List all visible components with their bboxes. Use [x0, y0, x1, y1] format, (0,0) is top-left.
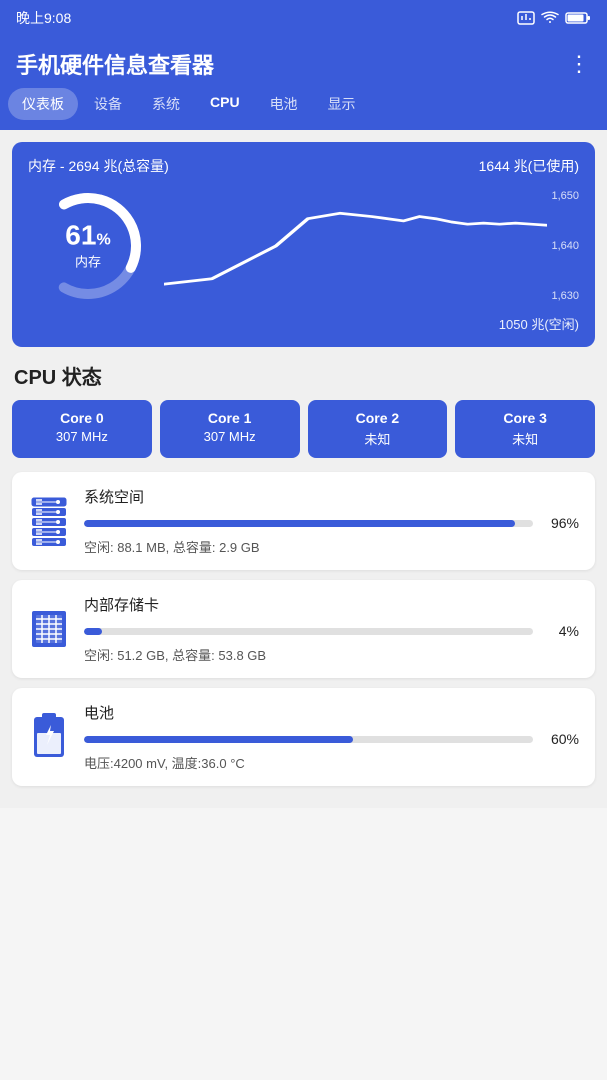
storage-system-info: 系统空间 96% 空闲: 88.1 MB, 总容量: 2.9 GB [84, 486, 579, 556]
app-header: 手机硬件信息查看器 ⋮ [0, 36, 607, 88]
battery-info: 电池 60% 电压:4200 mV, 温度:36.0 °C [84, 702, 579, 772]
y-label-bot: 1,630 [551, 290, 579, 302]
storage-internal-percent: 4% [543, 623, 579, 639]
battery-bar-bg [84, 736, 533, 743]
cpu-cores: Core 0 307 MHz Core 1 307 MHz Core 2 未知 … [12, 400, 595, 458]
core-1-freq: 307 MHz [166, 429, 294, 444]
storage-internal-bar-fill [84, 628, 102, 635]
tab-system[interactable]: 系统 [138, 88, 194, 120]
tab-battery[interactable]: 电池 [256, 88, 312, 120]
sim-icon [517, 11, 535, 25]
storage-system-percent: 96% [543, 515, 579, 531]
chart-y-labels: 1,650 1,640 1,630 [551, 186, 579, 306]
memory-chart-area: 1,650 1,640 1,630 [164, 186, 579, 306]
storage-internal-info: 内部存储卡 4% 空闲: 51.2 GB, 总容量: 53.8 GB [84, 594, 579, 664]
storage-system-name: 系统空间 [84, 486, 579, 507]
app-title: 手机硬件信息查看器 [16, 48, 214, 80]
storage-system-detail: 空闲: 88.1 MB, 总容量: 2.9 GB [84, 537, 579, 556]
battery-detail: 电压:4200 mV, 温度:36.0 °C [84, 753, 579, 772]
storage-internal-name: 内部存储卡 [84, 594, 579, 615]
memory-card: 内存 - 2694 兆(总容量) 1644 兆(已使用) 61% 内存 [12, 142, 595, 347]
status-bar: 晚上9:08 [0, 0, 607, 36]
y-label-mid: 1,640 [551, 240, 579, 252]
core-1-button[interactable]: Core 1 307 MHz [160, 400, 300, 458]
battery-bar-fill [84, 736, 353, 743]
storage-system-bar-bg [84, 520, 533, 527]
memory-used-label: 1644 兆(已使用) [479, 156, 579, 176]
y-label-top: 1,650 [551, 190, 579, 202]
status-icons [517, 11, 591, 25]
storage-system-bar-row: 96% [84, 515, 579, 531]
battery-name: 电池 [84, 702, 579, 723]
battery-status-icon [565, 11, 591, 25]
core-0-button[interactable]: Core 0 307 MHz [12, 400, 152, 458]
gauge-svg [6, 164, 170, 328]
status-time: 晚上9:08 [16, 8, 71, 28]
storage-internal-bar-row: 4% [84, 623, 579, 639]
cpu-section-title: CPU 状态 [14, 361, 595, 390]
battery-bar-row: 60% [84, 731, 579, 747]
storage-internal-detail: 空闲: 51.2 GB, 总容量: 53.8 GB [84, 645, 579, 664]
storage-system-bar-fill [84, 520, 515, 527]
core-0-name: Core 0 [18, 410, 146, 426]
storage-internal-card: 内部存储卡 4% 空闲: 51.2 GB, 总容量: 53.8 GB [12, 580, 595, 678]
hdd-icon [28, 495, 70, 547]
core-2-button[interactable]: Core 2 未知 [308, 400, 448, 458]
sd-icon [28, 603, 70, 655]
core-3-button[interactable]: Core 3 未知 [455, 400, 595, 458]
memory-gauge: 61% 内存 [28, 186, 148, 306]
core-2-name: Core 2 [314, 410, 442, 426]
storage-internal-bar-bg [84, 628, 533, 635]
storage-system-card: 系统空间 96% 空闲: 88.1 MB, 总容量: 2.9 GB [12, 472, 595, 570]
main-content: 内存 - 2694 兆(总容量) 1644 兆(已使用) 61% 内存 [0, 130, 607, 808]
tab-device[interactable]: 设备 [80, 88, 136, 120]
menu-button[interactable]: ⋮ [568, 51, 591, 77]
core-1-name: Core 1 [166, 410, 294, 426]
tab-cpu[interactable]: CPU [196, 88, 254, 120]
wifi-icon [541, 11, 559, 25]
tab-bar: 仪表板 设备 系统 CPU 电池 显示 [0, 88, 607, 130]
core-0-freq: 307 MHz [18, 429, 146, 444]
core-2-freq: 未知 [314, 429, 442, 448]
memory-footer: 1050 兆(空闲) [28, 314, 579, 333]
memory-chart-svg [164, 186, 547, 306]
core-3-freq: 未知 [461, 429, 589, 448]
tab-dashboard[interactable]: 仪表板 [8, 88, 78, 120]
battery-percent: 60% [543, 731, 579, 747]
battery-card: 电池 60% 电压:4200 mV, 温度:36.0 °C [12, 688, 595, 786]
memory-body: 61% 内存 1,650 1,640 1,630 [28, 186, 579, 306]
battery-icon [28, 709, 70, 766]
tab-display[interactable]: 显示 [314, 88, 370, 120]
core-3-name: Core 3 [461, 410, 589, 426]
